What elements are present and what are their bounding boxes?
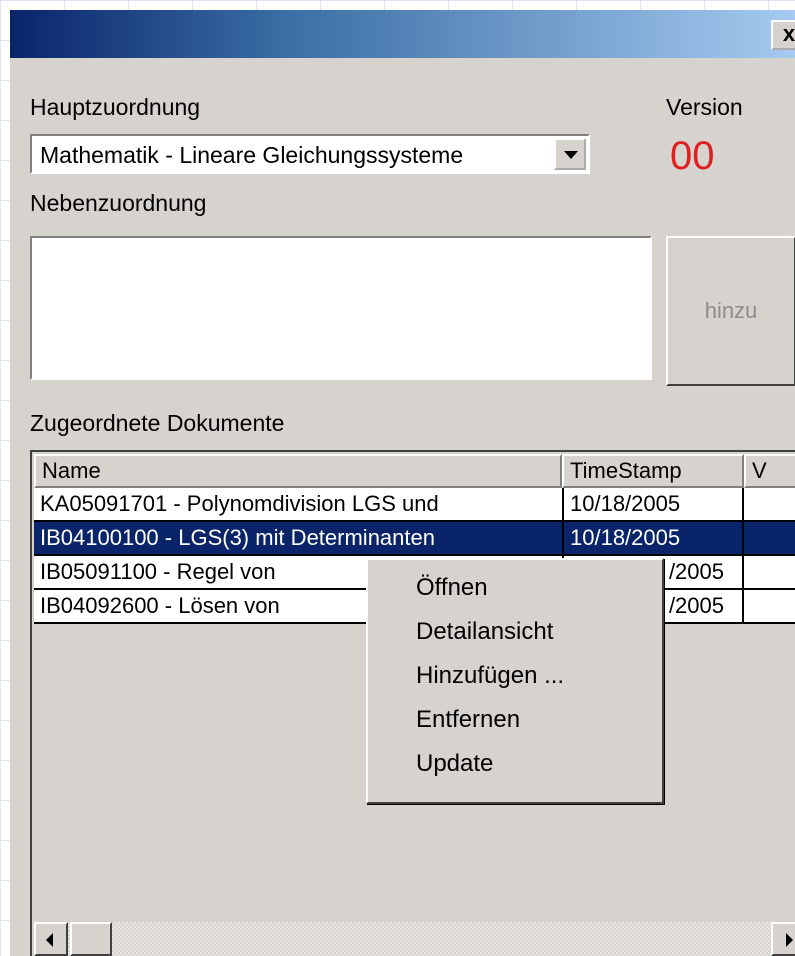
menu-item-add[interactable]: Hinzufügen ...	[416, 662, 564, 690]
scroll-left-button[interactable]	[34, 922, 68, 956]
scroll-right-button[interactable]	[771, 922, 795, 956]
title-bar[interactable]: x	[10, 10, 795, 58]
cell-version	[744, 488, 795, 522]
add-button[interactable]: hinzu	[666, 236, 795, 386]
menu-item-remove[interactable]: Entfernen	[416, 706, 520, 734]
version-value: 00	[670, 134, 715, 178]
menu-item-open[interactable]: Öffnen	[416, 574, 488, 602]
cell-version	[744, 590, 795, 624]
close-button[interactable]: x	[771, 20, 795, 50]
assigned-documents-label: Zugeordnete Dokumente	[30, 410, 285, 436]
scroll-thumb[interactable]	[70, 922, 112, 956]
menu-item-details[interactable]: Detailansicht	[416, 618, 553, 646]
dialog-window: x Hauptzuordnung Version Mathematik - Li…	[10, 10, 795, 956]
cell-name: IB04100100 - LGS(3) mit Determinanten	[34, 522, 564, 556]
column-header-name[interactable]: Name	[34, 454, 562, 488]
primary-assignment-label: Hauptzuordnung	[30, 94, 201, 120]
version-label: Version	[666, 94, 743, 120]
cell-version	[744, 556, 795, 590]
arrow-left-icon	[46, 933, 53, 947]
table-row-selected[interactable]: IB04100100 - LGS(3) mit Determinanten 10…	[34, 522, 795, 556]
arrow-right-icon	[786, 933, 793, 947]
table-row[interactable]: KA05091701 - Polynomdivision LGS und 10/…	[34, 488, 795, 522]
horizontal-scrollbar[interactable]	[34, 922, 795, 956]
menu-item-update[interactable]: Update	[416, 750, 493, 778]
secondary-assignment-label: Nebenzuordnung	[30, 190, 207, 216]
chevron-down-icon	[564, 151, 578, 159]
context-menu: Öffnen Detailansicht Hinzufügen ... Entf…	[366, 558, 664, 804]
column-header-timestamp[interactable]: TimeStamp	[562, 454, 744, 488]
secondary-assignment-field[interactable]	[30, 236, 652, 380]
primary-assignment-value: Mathematik - Lineare Gleichungssysteme	[40, 142, 464, 168]
cell-timestamp: 10/18/2005	[564, 522, 744, 556]
cell-timestamp: 10/18/2005	[564, 488, 744, 522]
dropdown-button[interactable]	[554, 138, 586, 170]
cell-name: KA05091701 - Polynomdivision LGS und	[34, 488, 564, 522]
primary-assignment-dropdown[interactable]: Mathematik - Lineare Gleichungssysteme	[30, 134, 590, 174]
cell-version	[744, 522, 795, 556]
column-header-version[interactable]: V	[744, 454, 795, 488]
